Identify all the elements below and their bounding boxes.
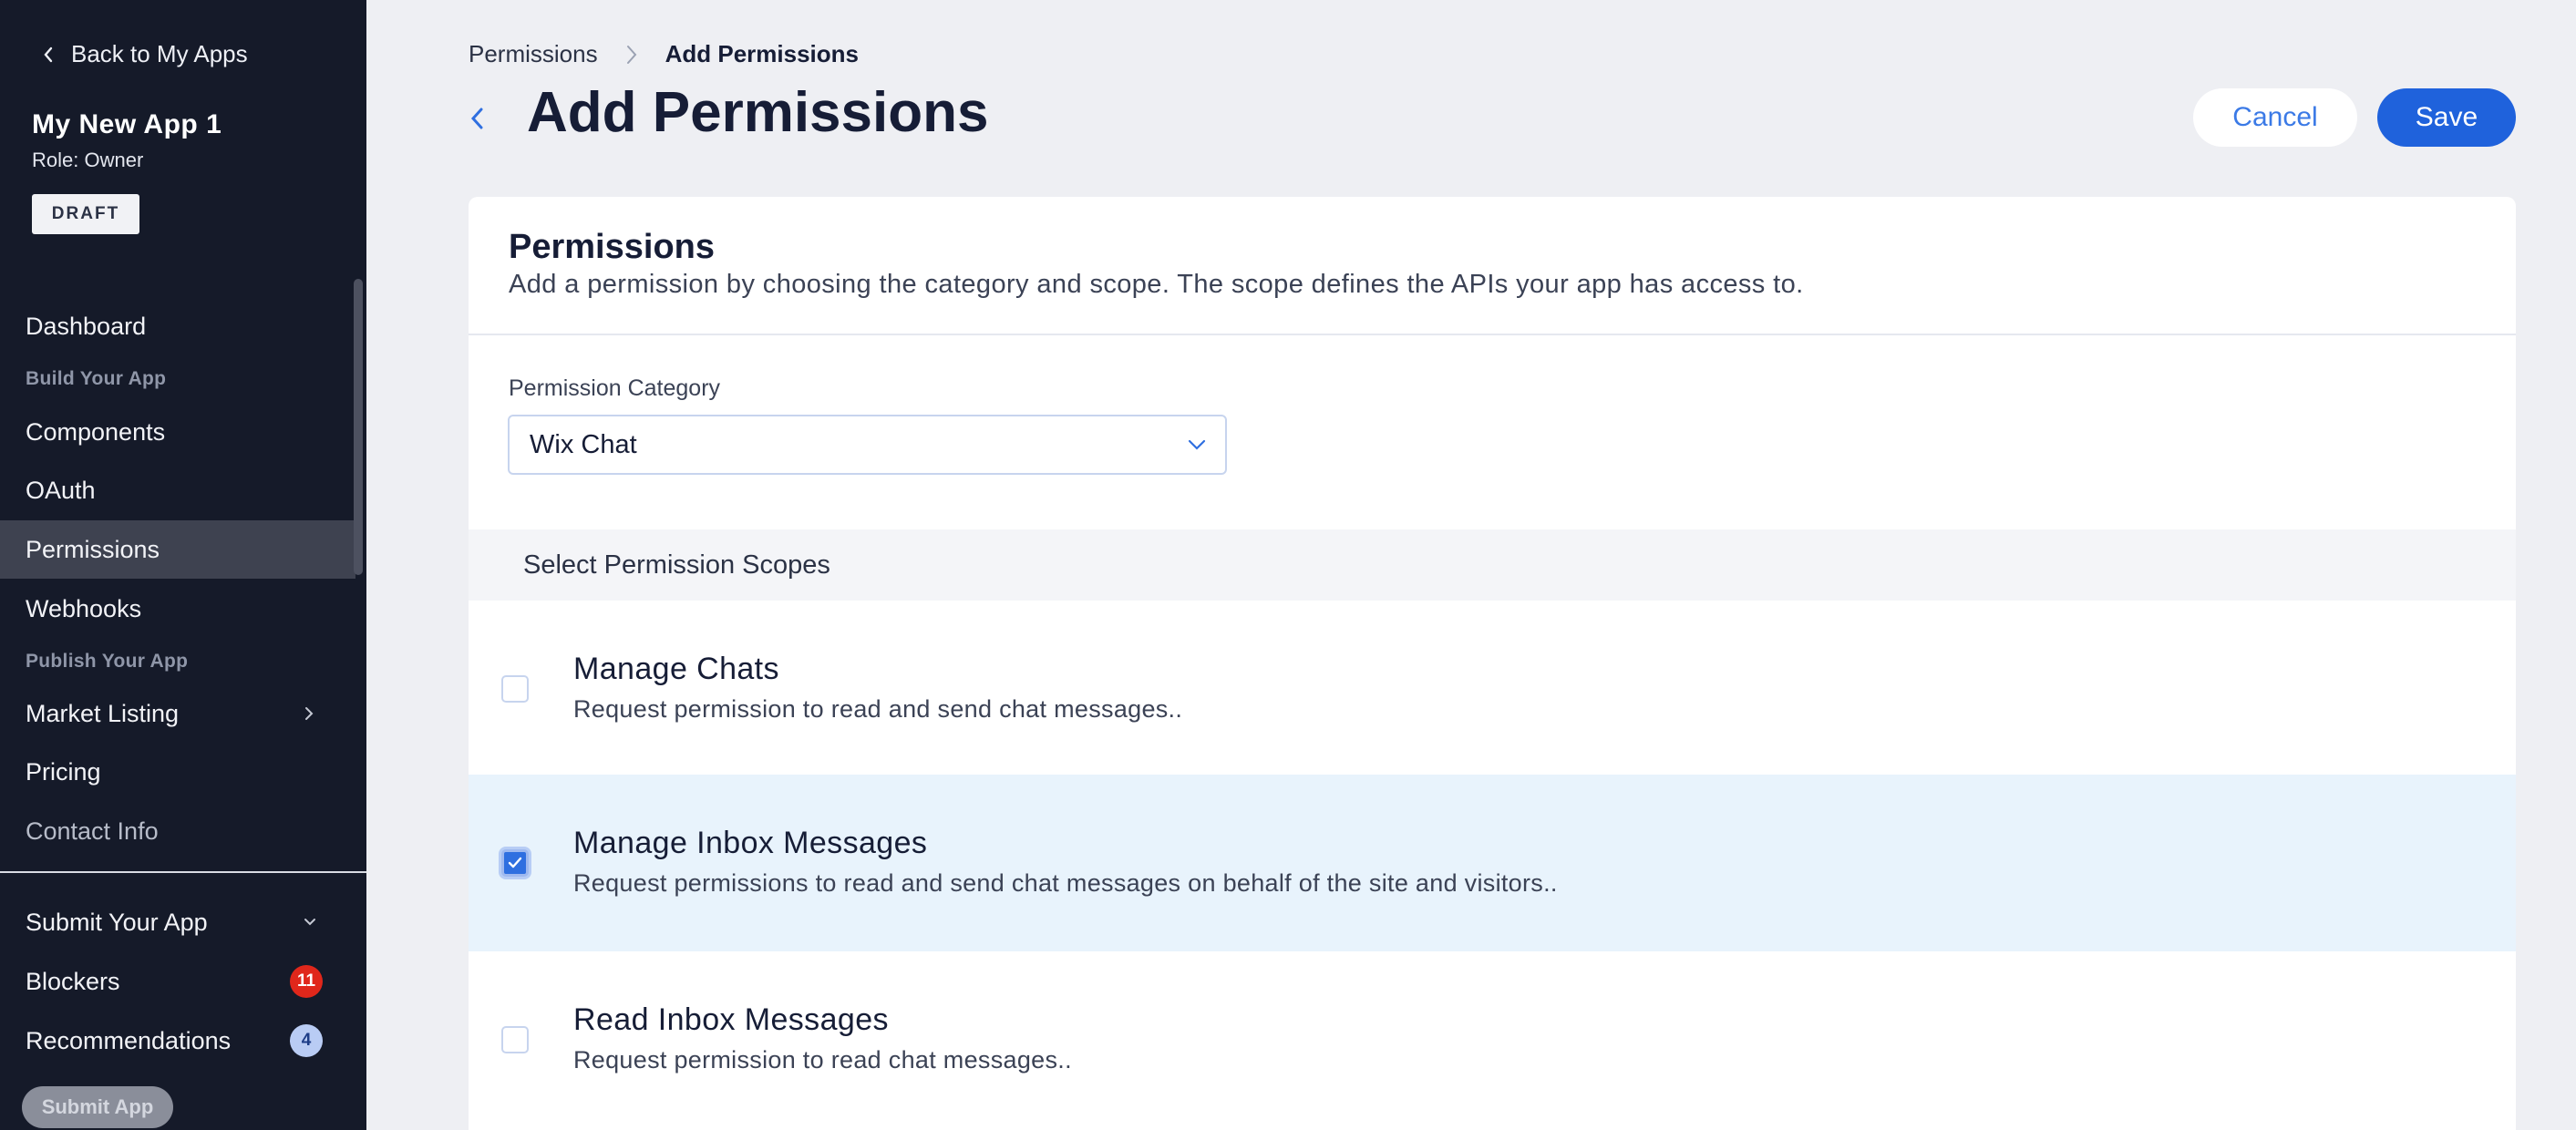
breadcrumb: Permissions Add Permissions [469,40,859,68]
sidebar-scrollbar[interactable] [354,279,363,575]
scope-description: Request permissions to read and send cha… [573,869,1558,897]
chevron-down-icon [1188,439,1206,450]
sidebar-item-label: Pricing [26,757,101,786]
sidebar-item-components[interactable]: Components [0,403,355,461]
card-subtitle: Add a permission by choosing the categor… [509,270,1804,299]
sidebar-item-label: OAuth [26,476,96,504]
scope-description: Request permission to read chat messages… [573,1046,1072,1074]
sidebar-item-oauth[interactable]: OAuth [0,461,355,519]
sidebar-section-build: Build Your App [26,368,167,389]
chevron-right-icon [305,707,314,720]
scope-row-manage-chats[interactable]: Manage Chats Request permission to read … [469,601,2516,777]
status-badge: DRAFT [32,194,139,234]
sidebar-item-permissions[interactable]: Permissions [0,520,355,579]
scope-title: Manage Inbox Messages [573,826,928,860]
permission-category-dropdown[interactable]: Wix Chat [508,415,1227,475]
blockers-count-badge: 11 [290,965,323,998]
sidebar-item-label: Contact Info [26,817,159,845]
sidebar-divider [0,871,366,873]
manage-inbox-messages-checkbox[interactable] [501,849,529,877]
sidebar-item-label: Market Listing [26,699,180,727]
sidebar-item-submit-your-app[interactable]: Submit Your App [0,893,355,951]
page-title: Add Permissions [527,81,989,144]
permissions-card: Permissions Add a permission by choosing… [469,197,2516,1130]
recommendations-count-badge: 4 [290,1024,323,1057]
sidebar-item-market-listing[interactable]: Market Listing [0,684,355,743]
sidebar-item-contact-info[interactable]: Contact Info [0,802,355,860]
read-inbox-messages-checkbox[interactable] [501,1026,529,1053]
sidebar-item-pricing[interactable]: Pricing [0,743,355,801]
manage-chats-checkbox[interactable] [501,675,529,703]
sidebar-item-webhooks[interactable]: Webhooks [0,580,355,638]
scope-description: Request permission to read and send chat… [573,695,1183,723]
scope-title: Read Inbox Messages [573,1002,889,1037]
chevron-left-icon [44,46,53,62]
sidebar-item-label: Components [26,417,166,446]
dropdown-selected-value: Wix Chat [530,429,637,459]
sidebar-item-label: Blockers [26,967,120,995]
sidebar: Back to My Apps My New App 1 Role: Owner… [0,0,366,1130]
breadcrumb-current: Add Permissions [665,40,859,67]
chevron-right-icon [626,45,636,64]
app-role: Role: Owner [32,149,144,171]
cancel-button[interactable]: Cancel [2193,88,2357,147]
save-button[interactable]: Save [2377,88,2516,147]
sidebar-item-label: Submit Your App [26,908,208,936]
sidebar-item-label: Webhooks [26,594,142,622]
scope-row-manage-inbox-messages[interactable]: Manage Inbox Messages Request permission… [469,775,2516,951]
scope-section-header: Select Permission Scopes [469,529,2516,601]
scope-title: Manage Chats [573,652,779,686]
back-arrow-icon[interactable] [467,102,489,135]
submit-app-button[interactable]: Submit App [22,1086,173,1128]
sidebar-item-label: Dashboard [26,312,147,340]
sidebar-section-publish: Publish Your App [26,651,189,672]
card-divider [469,334,2516,335]
permission-category-label: Permission Category [509,375,721,401]
breadcrumb-permissions-link[interactable]: Permissions [469,40,598,68]
sidebar-item-label: Recommendations [26,1026,232,1054]
app-name: My New App 1 [32,109,222,139]
chevron-down-icon [304,919,315,926]
card-title: Permissions [509,228,715,266]
sidebar-item-blockers[interactable]: Blockers 11 [0,952,355,1011]
back-to-my-apps-link[interactable]: Back to My Apps [40,40,248,68]
sidebar-item-dashboard[interactable]: Dashboard [0,297,355,355]
checkmark-icon [508,857,522,868]
sidebar-item-label: Permissions [26,535,160,563]
scope-row-read-inbox-messages[interactable]: Read Inbox Messages Request permission t… [469,951,2516,1128]
back-link-label: Back to My Apps [71,40,248,67]
sidebar-item-recommendations[interactable]: Recommendations 4 [0,1012,355,1070]
